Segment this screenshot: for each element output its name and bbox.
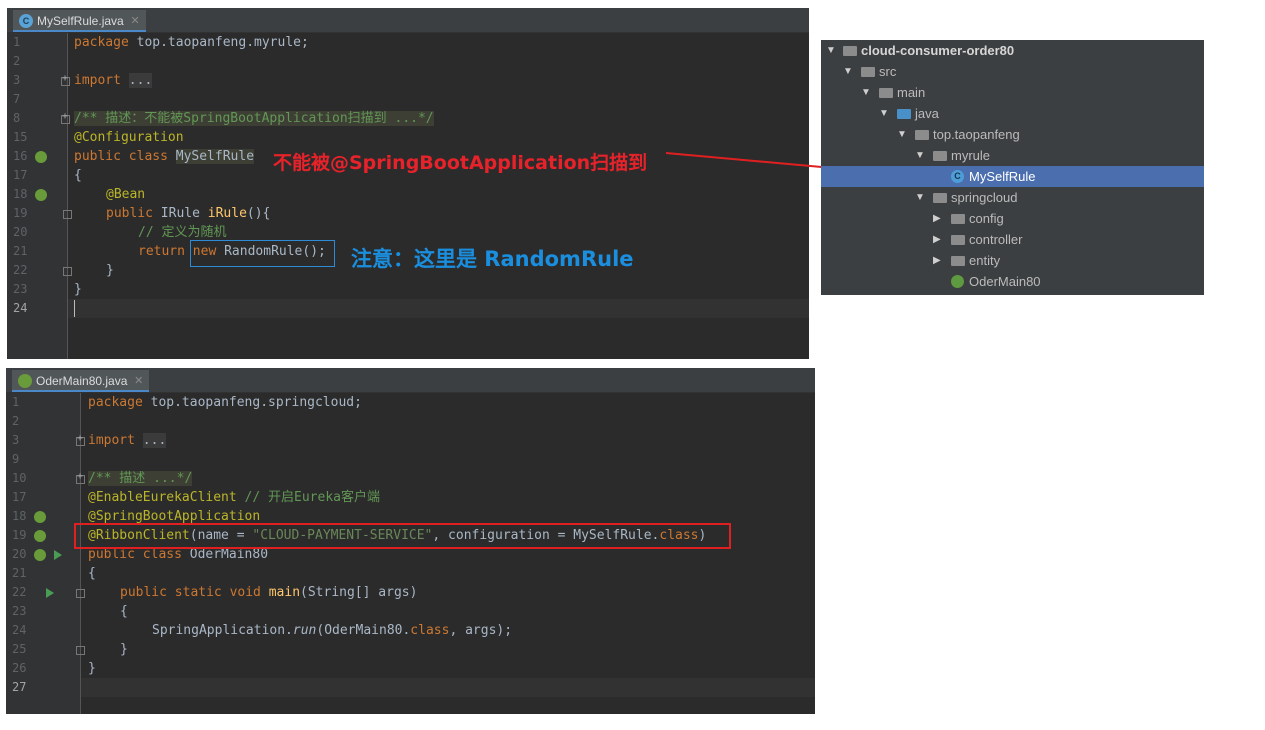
- tree-item-odermain80[interactable]: OderMain80: [821, 271, 1204, 292]
- code-line: }: [88, 661, 96, 676]
- line-number: 9: [12, 452, 20, 466]
- package-icon: [951, 235, 965, 245]
- tree-item-controller[interactable]: ▶ controller: [821, 229, 1204, 250]
- spring-boot-file-icon: [18, 374, 32, 388]
- run-icon[interactable]: [54, 550, 62, 560]
- ribbonclient-highlight-box: [74, 523, 731, 549]
- spring-boot-icon[interactable]: [34, 549, 46, 561]
- line-number: 26: [12, 661, 27, 675]
- line-number: 2: [12, 414, 20, 428]
- folded-imports[interactable]: ...: [142, 433, 167, 448]
- source-folder-icon: [897, 109, 911, 119]
- run-icon[interactable]: [46, 588, 54, 598]
- line-number: 25: [12, 642, 27, 656]
- bottom-editor: OderMain80.java ✕ 1 2 3 9 10 17 18 19 20…: [6, 368, 815, 714]
- code-line: {: [120, 604, 128, 619]
- line-number: 22: [12, 585, 27, 599]
- close-icon[interactable]: ✕: [134, 370, 143, 392]
- tree-item-java[interactable]: ▼ java: [821, 103, 1204, 124]
- folder-icon: [879, 88, 893, 98]
- spring-bean-icon[interactable]: [34, 530, 46, 542]
- line-number: 17: [12, 490, 27, 504]
- current-line: [81, 678, 815, 697]
- tree-item-config[interactable]: ▶ config: [821, 208, 1204, 229]
- spring-boot-class-icon: [951, 275, 964, 288]
- class-icon: C: [951, 170, 964, 183]
- tree-item-springcloud[interactable]: ▼ springcloud: [821, 187, 1204, 208]
- package-icon: [915, 130, 929, 140]
- code-line: }: [120, 642, 128, 657]
- folder-icon: [861, 67, 875, 77]
- line-number: 10: [12, 471, 27, 485]
- package-icon: [933, 193, 947, 203]
- tree-item-myselfrule[interactable]: C MySelfRule: [821, 166, 1204, 187]
- code-line: import ...: [88, 433, 167, 448]
- tree-item-myrule[interactable]: ▼ myrule: [821, 145, 1204, 166]
- code-area[interactable]: package top.taopanfeng.springcloud; impo…: [74, 393, 815, 714]
- tree-item-module[interactable]: ▼ cloud-consumer-order80: [821, 40, 1204, 61]
- code-line: /** 描述 ...*/: [88, 471, 193, 486]
- line-number: 24: [12, 623, 27, 637]
- line-number: 23: [12, 604, 27, 618]
- tab-odermain80[interactable]: OderMain80.java ✕: [12, 370, 150, 392]
- tree-item-package[interactable]: ▼ top.taopanfeng: [821, 124, 1204, 145]
- tree-item-src[interactable]: ▼ src: [821, 61, 1204, 82]
- package-icon: [951, 214, 965, 224]
- code-line: {: [88, 566, 96, 581]
- code-line: public static void main(String[] args): [120, 585, 418, 600]
- module-folder-icon: [843, 46, 857, 56]
- spring-boot-icon[interactable]: [34, 511, 46, 523]
- line-gutter: 1 2 3 9 10 17 18 19 20 21 22 23 24 25 26…: [6, 393, 85, 714]
- tab-label: OderMain80.java: [36, 374, 128, 388]
- code-line: @EnableEurekaClient // 开启Eureka客户端: [88, 490, 380, 505]
- code-line: SpringApplication.run(OderMain80.class, …: [152, 623, 513, 638]
- bottom-editor-tabbar: OderMain80.java ✕: [6, 368, 815, 393]
- tree-item-main[interactable]: ▼ main: [821, 82, 1204, 103]
- code-line: package top.taopanfeng.springcloud;: [88, 395, 362, 410]
- project-tree: ▼ cloud-consumer-order80 ▼ src ▼ main ▼ …: [821, 40, 1204, 295]
- line-number: 3: [12, 433, 20, 447]
- line-number: 21: [12, 566, 27, 580]
- package-icon: [951, 256, 965, 266]
- line-number: 27: [12, 680, 27, 694]
- line-number: 1: [12, 395, 20, 409]
- tree-item-entity[interactable]: ▶ entity: [821, 250, 1204, 271]
- package-icon: [933, 151, 947, 161]
